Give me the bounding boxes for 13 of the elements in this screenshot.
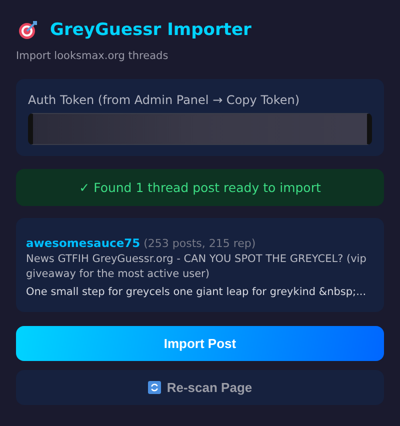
app-title: GreyGuessr Importer	[50, 20, 252, 40]
target-icon	[18, 20, 38, 40]
subtitle: Import looksmax.org threads	[16, 50, 170, 62]
status-message: ✓ Found 1 thread post ready to import	[16, 169, 384, 206]
author-stats: (253 posts, 215 rep)	[144, 237, 256, 250]
post-author: awesomesauce75	[26, 236, 140, 250]
post-excerpt: One small step for greycels one giant leap for greykind &nbsp;...	[26, 285, 368, 300]
refresh-icon	[148, 381, 161, 394]
import-button[interactable]: Import Post	[16, 326, 384, 361]
post-title: News GTFIH GreyGuessr.org - CAN YOU SPOT THE GREYCEL? (vip giveaway for the most active user)	[26, 252, 368, 282]
token-field[interactable]	[28, 113, 372, 145]
rescan-button[interactable]: Re-scan Page	[16, 370, 384, 405]
field-label: Auth Token (from Admin Panel → Copy Token)	[28, 93, 301, 107]
